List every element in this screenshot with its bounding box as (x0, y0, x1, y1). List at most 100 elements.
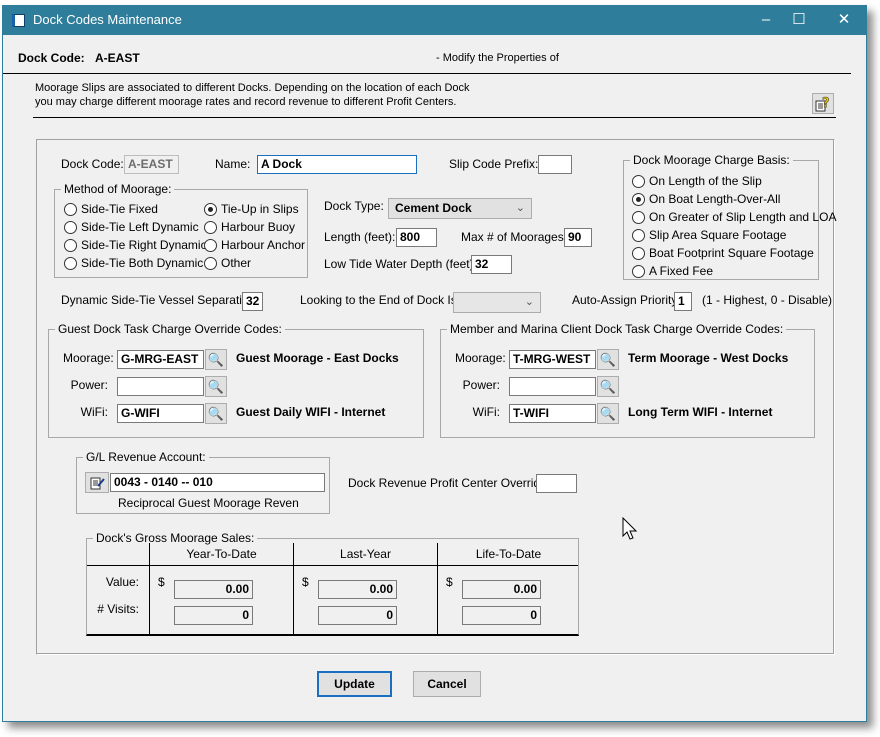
radio-icon (204, 238, 217, 252)
last-year-value: 0.00 (318, 580, 397, 599)
gl-account-input[interactable]: 0043 - 0140 -- 010 (110, 473, 325, 492)
header-dock-code-value: A-EAST (95, 51, 140, 65)
moorage-option-harbour-anchor[interactable]: Harbour Anchor (204, 237, 305, 253)
dock-code-field: A-EAST (124, 155, 179, 174)
gl-account-description: Reciprocal Guest Moorage Reven (118, 496, 299, 510)
visits-row-label: # Visits: (97, 602, 139, 616)
member-wifi-lookup-button[interactable]: 🔍 (597, 403, 619, 424)
description-line-2: you may charge different moorage rates a… (35, 96, 457, 108)
minimize-button[interactable]: – (751, 9, 781, 31)
member-power-label: Power: (462, 378, 500, 392)
moorage-option-side-tie-left[interactable]: Side-Tie Left Dynamic (64, 219, 199, 235)
radio-icon (64, 256, 77, 270)
currency-symbol: $ (302, 575, 309, 589)
moorage-option-other[interactable]: Other (204, 255, 251, 271)
charge-basis-boat-loa[interactable]: On Boat Length-Over-All (632, 191, 780, 207)
method-of-moorage-legend: Method of Moorage: (61, 182, 175, 196)
radio-label: Boat Footprint Square Footage (649, 246, 814, 260)
binoculars-icon: 🔍 (599, 378, 617, 394)
profit-center-override-input[interactable] (536, 474, 577, 493)
moorage-option-harbour-buoy[interactable]: Harbour Buoy (204, 219, 295, 235)
last-year-header: Last-Year (340, 547, 391, 561)
name-input[interactable]: A Dock (257, 155, 417, 174)
radio-icon (204, 256, 217, 270)
cancel-button[interactable]: Cancel (413, 671, 481, 697)
radio-label: Side-Tie Right Dynamic (81, 238, 207, 252)
header-divider (3, 73, 851, 74)
member-moorage-lookup-button[interactable]: 🔍 (597, 349, 619, 370)
currency-symbol: $ (446, 575, 453, 589)
end-of-dock-label: Looking to the End of Dock Is: (300, 293, 461, 307)
help-button[interactable]: ? (812, 93, 834, 114)
description-line-1: Moorage Slips are associated to differen… (35, 82, 470, 94)
gl-account-legend: G/L Revenue Account: (83, 450, 209, 464)
dock-type-select[interactable]: Cement Dock ⌄ (388, 198, 532, 219)
charge-basis-greater[interactable]: On Greater of Slip Length and LOA (632, 209, 836, 225)
charge-basis-fixed-fee[interactable]: A Fixed Fee (632, 263, 713, 279)
header-dock-code-label: Dock Code: (18, 51, 85, 65)
app-icon (12, 14, 25, 27)
radio-label: Other (221, 256, 252, 270)
vessel-separation-input[interactable]: 32 (242, 292, 263, 311)
ytd-header: Year-To-Date (186, 547, 257, 561)
radio-icon (64, 238, 77, 252)
svg-text:?: ? (822, 96, 830, 111)
radio-label: Harbour Anchor (221, 238, 306, 252)
guest-wifi-input[interactable]: G-WIFI (117, 404, 204, 423)
member-moorage-input[interactable]: T-MRG-WEST (509, 350, 596, 369)
dock-type-value: Cement Dock (395, 201, 472, 215)
mode-text: - Modify the Properties of (436, 52, 559, 64)
end-of-dock-select[interactable]: ⌄ (453, 292, 541, 313)
radio-selected-icon (632, 192, 645, 206)
ltd-header: Life-To-Date (475, 547, 542, 561)
radio-label: Side-Tie Left Dynamic (81, 220, 199, 234)
charge-basis-legend: Dock Moorage Charge Basis: (630, 153, 793, 167)
binoculars-icon: 🔍 (599, 405, 617, 421)
charge-basis-boat-footprint[interactable]: Boat Footprint Square Footage (632, 245, 814, 261)
radio-label: Side-Tie Both Dynamic (81, 256, 204, 270)
help-icon: ? (815, 96, 830, 111)
guest-wifi-lookup-button[interactable]: 🔍 (205, 403, 227, 424)
slip-code-prefix-input[interactable] (538, 155, 572, 174)
length-input[interactable]: 800 (396, 228, 437, 247)
guest-moorage-description: Guest Moorage - East Docks (236, 351, 399, 365)
length-label: Length (feet): (324, 230, 396, 244)
maximize-button[interactable]: ☐ (784, 9, 814, 31)
low-tide-depth-input[interactable]: 32 (471, 255, 512, 274)
update-button[interactable]: Update (317, 671, 392, 697)
gl-account-edit-button[interactable] (85, 472, 109, 493)
member-power-input[interactable] (509, 377, 596, 396)
member-moorage-label: Moorage: (455, 351, 506, 365)
moorage-option-side-tie-both[interactable]: Side-Tie Both Dynamic (64, 255, 203, 271)
radio-icon (632, 246, 645, 260)
guest-power-lookup-button[interactable]: 🔍 (205, 376, 227, 397)
moorage-option-tie-up-slips[interactable]: Tie-Up in Slips (204, 201, 299, 217)
charge-basis-slip-area[interactable]: Slip Area Square Footage (632, 227, 786, 243)
auto-assign-input[interactable]: 1 (674, 292, 692, 311)
max-moorages-input[interactable]: 90 (564, 228, 592, 247)
guest-wifi-description: Guest Daily WIFI - Internet (236, 405, 386, 419)
radio-icon (632, 210, 645, 224)
guest-wifi-label: WiFi: (80, 405, 108, 419)
member-wifi-input[interactable]: T-WIFI (509, 404, 596, 423)
radio-label: Tie-Up in Slips (221, 202, 299, 216)
moorage-option-side-tie-fixed[interactable]: Side-Tie Fixed (64, 201, 158, 217)
max-moorages-label: Max # of Moorages: (461, 230, 568, 244)
slip-code-prefix-label: Slip Code Prefix: (449, 157, 539, 171)
mouse-cursor-icon (622, 517, 638, 540)
radio-label: Slip Area Square Footage (649, 228, 787, 242)
radio-label: On Length of the Slip (649, 174, 762, 188)
guest-power-input[interactable] (117, 377, 204, 396)
guest-moorage-lookup-button[interactable]: 🔍 (205, 349, 227, 370)
charge-basis-slip-length[interactable]: On Length of the Slip (632, 173, 762, 189)
gross-sales-legend: Dock's Gross Moorage Sales: (93, 531, 258, 545)
gross-sales-header-divider (87, 565, 578, 566)
moorage-option-side-tie-right[interactable]: Side-Tie Right Dynamic (64, 237, 207, 253)
radio-icon (64, 202, 77, 216)
guest-moorage-input[interactable]: G-MRG-EAST (117, 350, 204, 369)
window-title: Dock Codes Maintenance (33, 12, 182, 27)
radio-icon (632, 228, 645, 242)
member-power-lookup-button[interactable]: 🔍 (597, 376, 619, 397)
close-button[interactable]: ✕ (829, 9, 859, 31)
vessel-separation-label: Dynamic Side-Tie Vessel Separation: (61, 293, 259, 307)
